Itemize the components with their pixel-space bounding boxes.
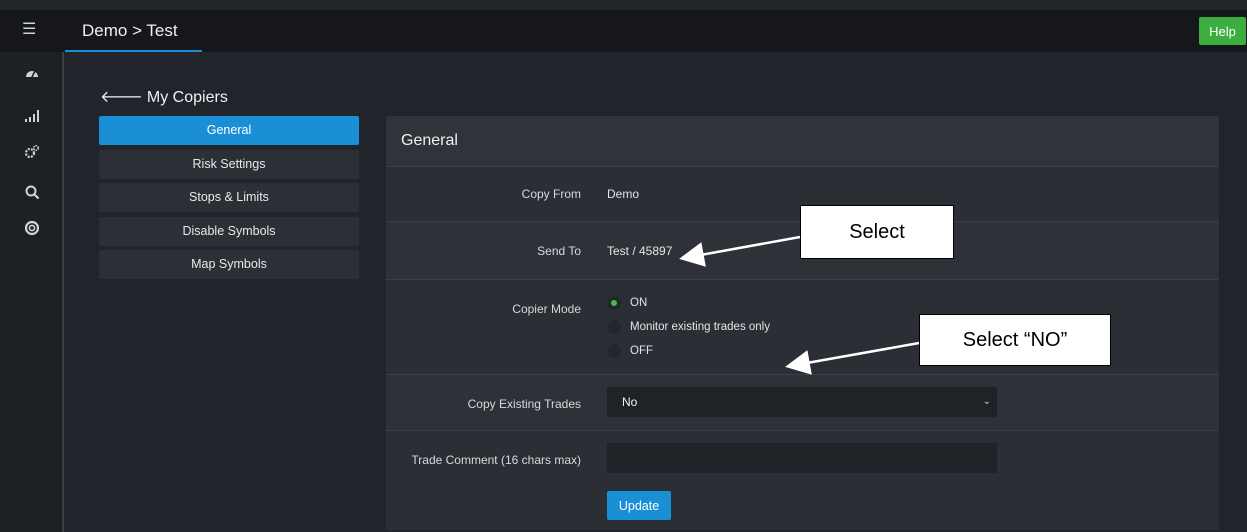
- annotation-arrows: [679, 235, 920, 375]
- arrow-to-copy-existing: [785, 341, 920, 375]
- arrow-to-send-to: [679, 235, 801, 267]
